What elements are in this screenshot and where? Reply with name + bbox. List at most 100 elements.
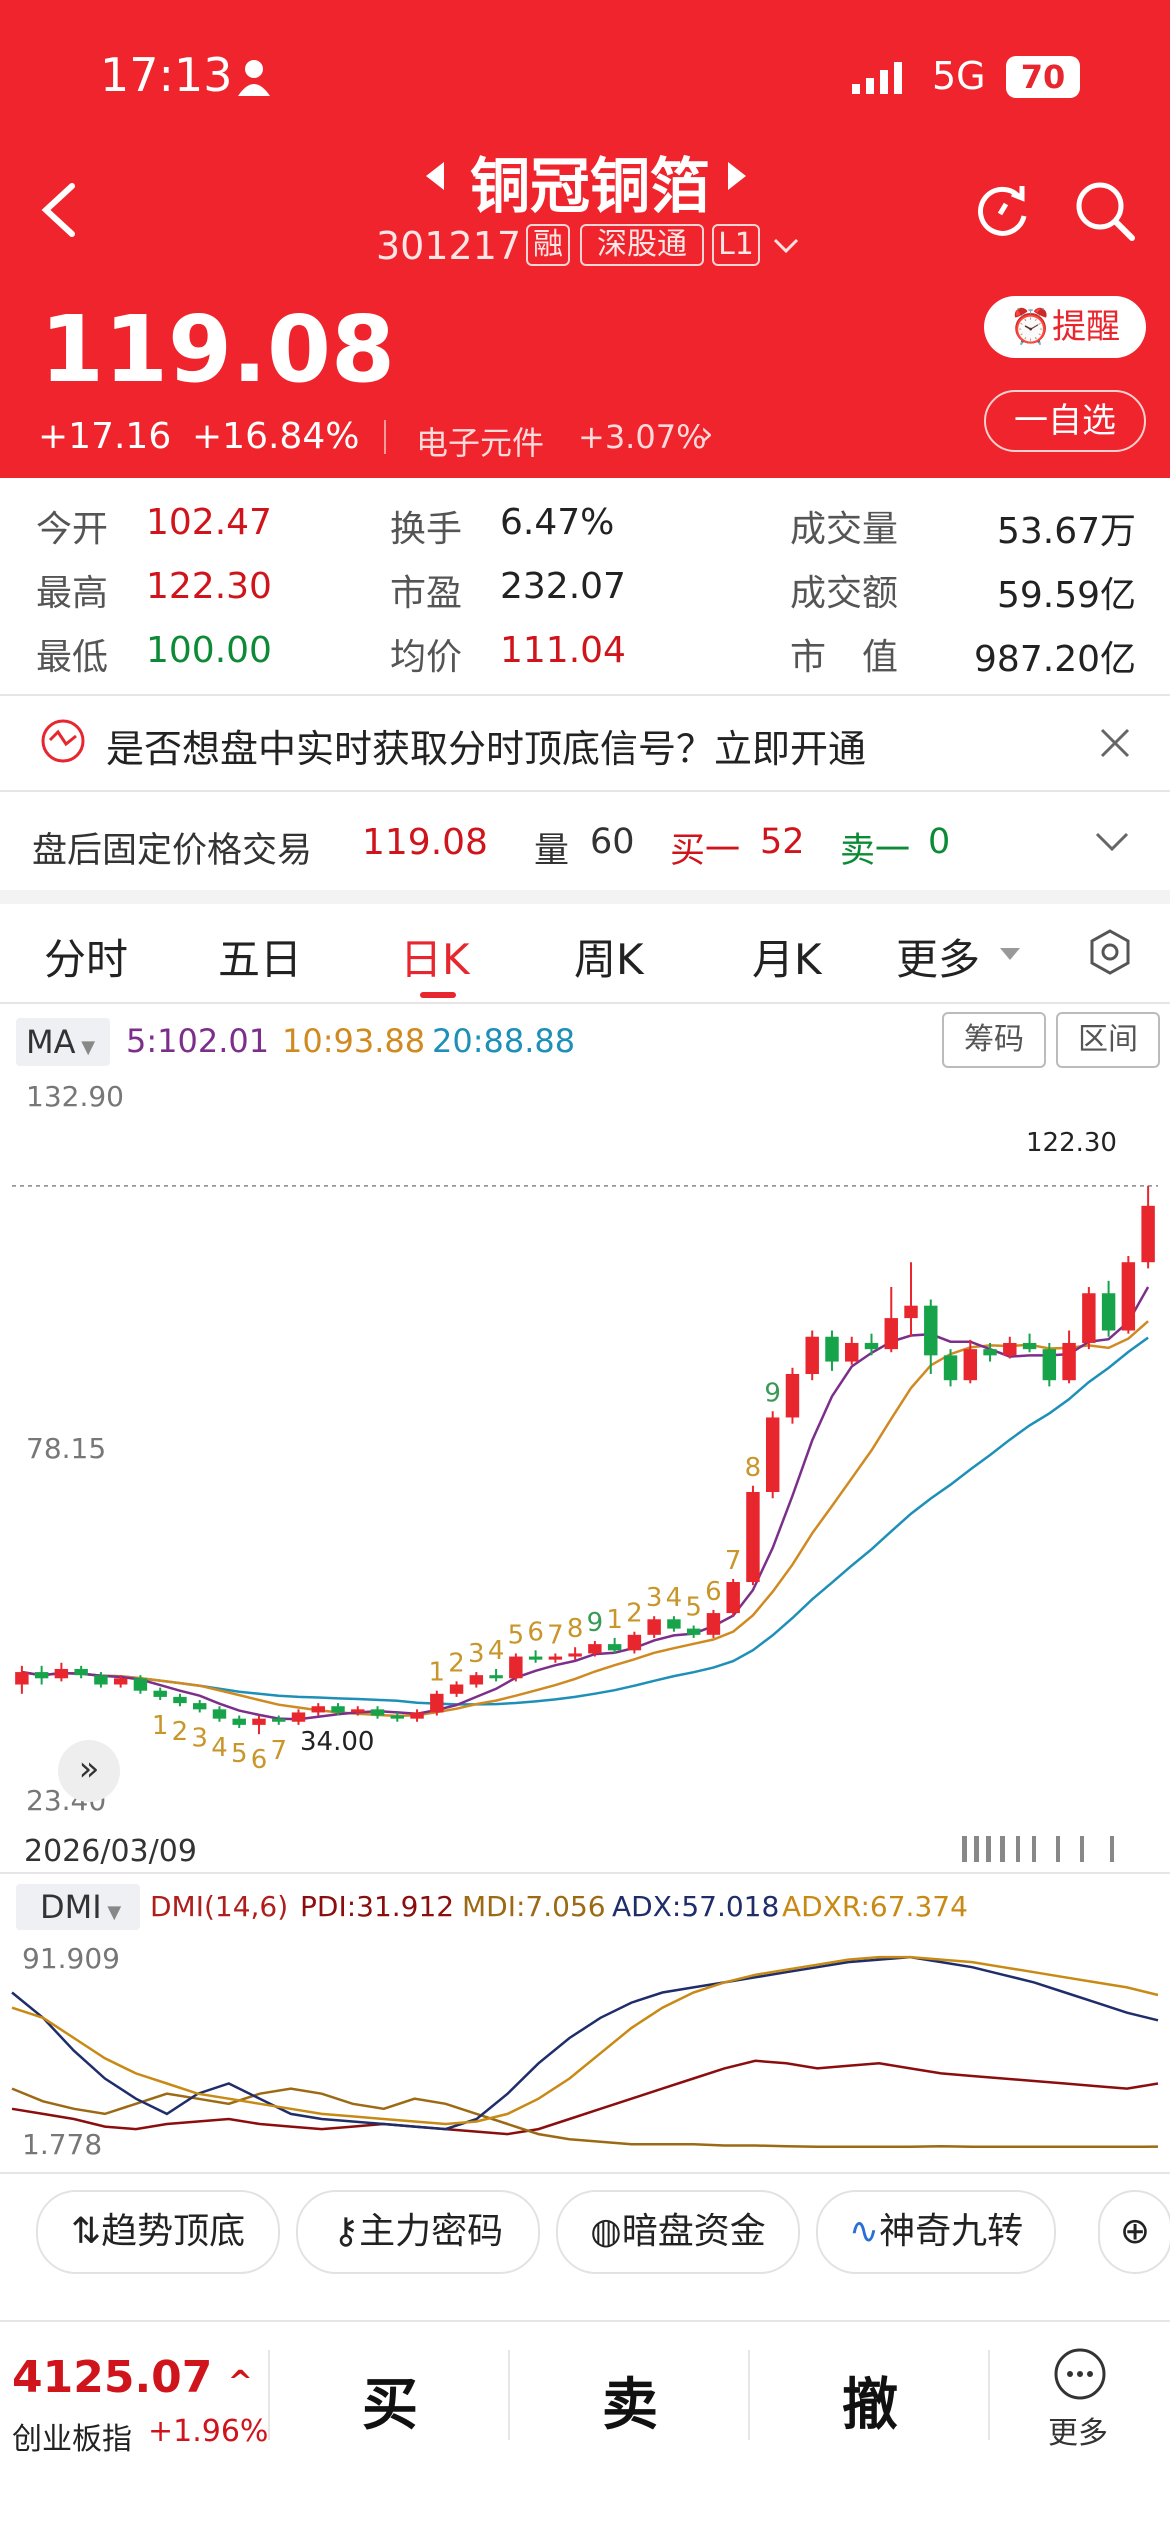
candle [568,1647,582,1660]
td-count-label: 9 [764,1378,781,1408]
trend-top-bottom-button[interactable]: ⇅趋势顶底 [36,2190,280,2274]
dropdown-triangle-icon[interactable] [998,946,1022,962]
ma-selector[interactable]: MA ▼ [16,1018,110,1066]
divider [0,2172,1170,2174]
candle [449,1681,464,1697]
candle [232,1715,246,1728]
turnover-label: 换手 [390,509,463,550]
tag-margin: 融 [526,224,570,266]
dark-pool-funds-button[interactable]: ◍暗盘资金 [556,2190,800,2274]
status-time: 17:13 [100,48,233,102]
search-icon[interactable] [1074,180,1136,242]
remind-button[interactable]: ⏰提醒 [984,296,1146,358]
candle [845,1336,859,1365]
pe-label: 市盈 [390,573,463,614]
chips-button[interactable]: 筹码 [942,1012,1046,1068]
tab-daily-k[interactable]: 日K [400,926,470,987]
more-label[interactable]: 更多 [1048,2408,1108,2452]
turnover-value: 6.47% [500,502,615,543]
candle [548,1653,563,1663]
after-hours-volume-label: 量 [534,831,570,871]
divider [268,2350,270,2440]
sell-button[interactable]: 卖 [602,2360,658,2441]
candle [825,1330,839,1371]
battery-icon: 70 [1006,56,1080,98]
expand-chart-icon[interactable]: » [58,1740,120,1802]
candle [1141,1185,1155,1269]
stock-name: 铜冠铜箔 [470,152,710,222]
index-change: +1.96% [148,2414,269,2449]
candle [667,1616,681,1632]
dmi-chart[interactable] [0,1920,1170,2170]
candle [370,1706,385,1719]
chevron-down-icon[interactable] [772,236,800,256]
tag-connect: 深股通 [580,224,704,266]
index-value[interactable]: 4125.07 ^ [12,2352,253,2403]
refresh-icon[interactable] [972,180,1032,240]
candle [1101,1280,1116,1337]
user-icon [238,60,270,96]
scrollbar-ticks-icon[interactable] [960,1832,1148,1868]
tab-more[interactable]: 更多 [896,926,980,987]
more-dots-icon[interactable] [1052,2346,1108,2402]
divider [748,2350,750,2440]
dark-icon: ◍ [590,2211,622,2252]
candle [54,1662,69,1682]
range-button[interactable]: 区间 [1056,1012,1160,1068]
divider [508,2350,510,2440]
candle [528,1650,543,1663]
td-count-label: 5 [685,1592,702,1622]
next-stock-icon[interactable] [726,158,750,194]
sector-change[interactable]: +3.07% [578,418,706,456]
dmi-series-line-3 [11,1955,1159,2126]
candle [647,1616,661,1638]
pdi-value: PDI:31.912 [300,1890,455,1923]
tab-monthly-k[interactable]: 月K [752,926,822,987]
key-icon: ⚷ [332,2211,360,2252]
tab-five-day[interactable]: 五日 [218,926,302,987]
settings-icon[interactable] [1086,928,1134,976]
add-watchlist-button[interactable]: 一自选 [984,390,1146,452]
amount-value: 59.59亿 [996,575,1136,616]
signal-banner-text[interactable]: 是否想盘中实时获取分时顶底信号？立即开通 [106,718,866,773]
candle [252,1715,266,1735]
td-count-label: 6 [251,1745,268,1775]
tab-weekly-k[interactable]: 周K [574,926,644,987]
divider [0,790,1170,792]
price-change: +17.16 [38,416,172,457]
candle [884,1287,898,1353]
chevron-right-icon[interactable]: › [700,414,714,454]
candle [489,1668,503,1682]
td-count-label: 9 [587,1608,604,1638]
td-count-label: 4 [488,1636,505,1666]
back-arrow-icon[interactable] [38,180,82,240]
ask-value: 0 [928,822,951,862]
td-count-label: 7 [547,1620,564,1650]
td-count-label: 1 [152,1711,169,1741]
active-tab-indicator [420,992,456,998]
dmi-series-line-2 [11,1955,1159,2131]
sector-name[interactable]: 电子元件 [416,418,544,464]
candle [74,1665,88,1679]
candle [686,1625,701,1638]
adxr-value: ADXR:67.374 [782,1890,968,1923]
tab-intraday[interactable]: 分时 [44,926,128,987]
td-count-label: 7 [270,1736,287,1766]
buy-button[interactable]: 买 [362,2360,418,2441]
candle [864,1333,879,1356]
candle [1062,1330,1076,1384]
divider [988,2350,990,2440]
magic-nine-button[interactable]: ∿神奇九转 [816,2190,1056,2274]
cancel-order-button[interactable]: 撤 [842,2360,898,2441]
candlestick-chart[interactable]: 1 2 3 45 6 7 8 9 1 23 4 567891 2 3 4 5 6 7 34.00 [0,1110,1170,1810]
more-tools-icon[interactable]: ⊕ [1098,2190,1170,2274]
close-icon[interactable] [1098,726,1132,760]
amount-label: 成交额 [790,573,899,614]
low-label: 最低 [36,637,109,678]
prev-stock-icon[interactable] [422,158,446,194]
candle [1042,1342,1057,1387]
candle [15,1665,29,1694]
td-count-label: 8 [567,1614,584,1644]
main-force-code-button[interactable]: ⚷主力密码 [296,2190,540,2274]
expand-chevron-icon[interactable] [1094,830,1130,854]
